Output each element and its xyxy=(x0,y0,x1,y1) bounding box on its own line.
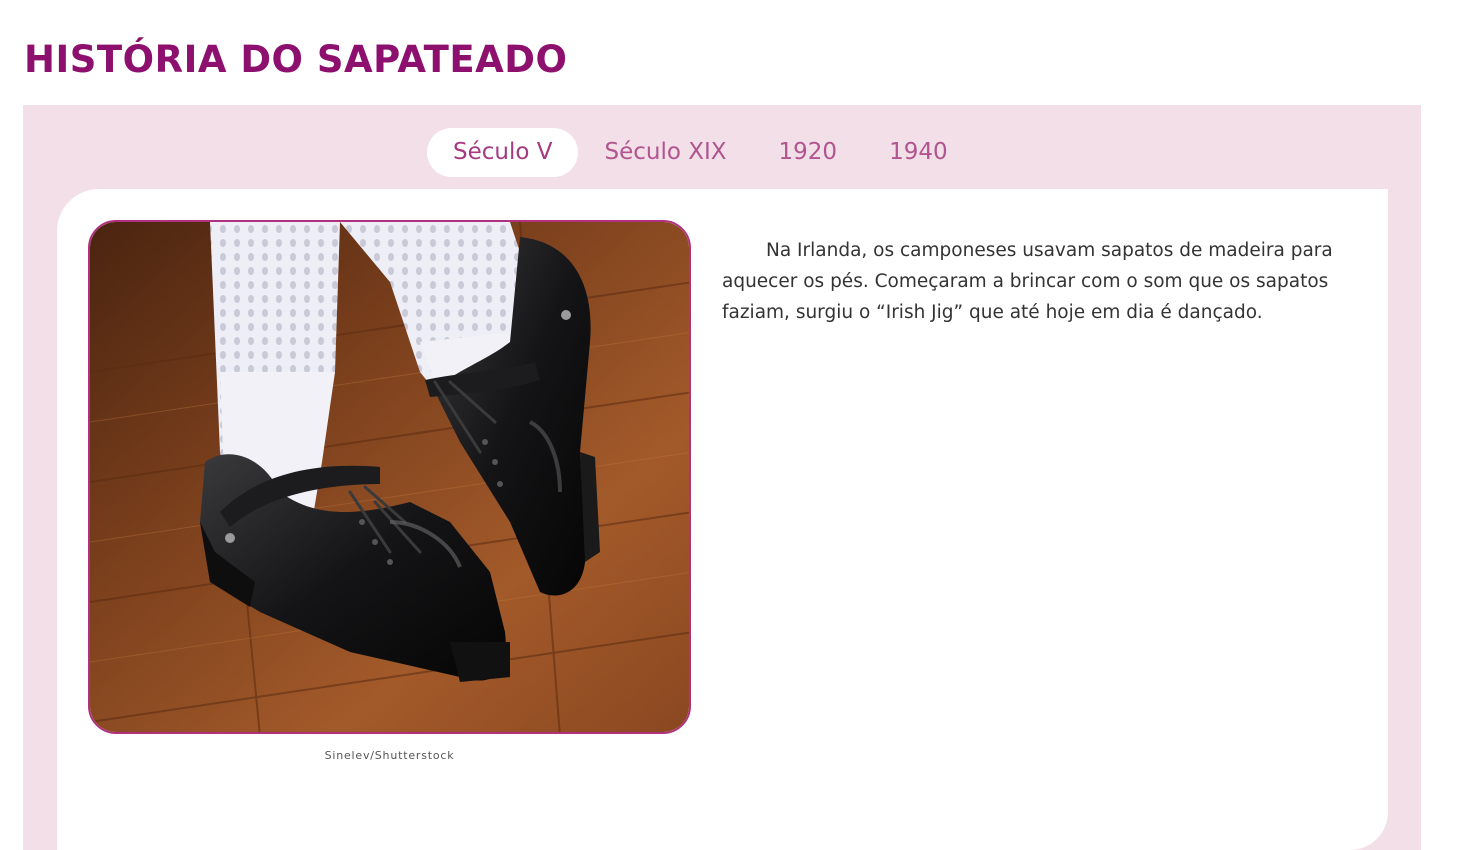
tab-1920[interactable]: 1920 xyxy=(753,128,864,177)
tab-seculo-xix[interactable]: Século XIX xyxy=(578,128,752,177)
timeline-tabs: Século V Século XIX 1920 1940 xyxy=(427,128,974,177)
page: HISTÓRIA DO SAPATEADO Século V Século XI… xyxy=(0,0,1460,850)
content-card: Sinelev/Shutterstock Na Irlanda, os camp… xyxy=(57,189,1388,850)
description-paragraph: Na Irlanda, os camponeses usavam sapatos… xyxy=(722,240,1333,323)
irish-dance-shoes-photo xyxy=(88,220,691,734)
tab-1940[interactable]: 1940 xyxy=(863,128,974,177)
tab-seculo-v[interactable]: Século V xyxy=(427,128,579,177)
image-credit: Sinelev/Shutterstock xyxy=(324,749,455,762)
timeline-panel: Século V Século XIX 1920 1940 Sinelev/Sh… xyxy=(23,105,1421,850)
page-title: HISTÓRIA DO SAPATEADO xyxy=(24,38,568,81)
